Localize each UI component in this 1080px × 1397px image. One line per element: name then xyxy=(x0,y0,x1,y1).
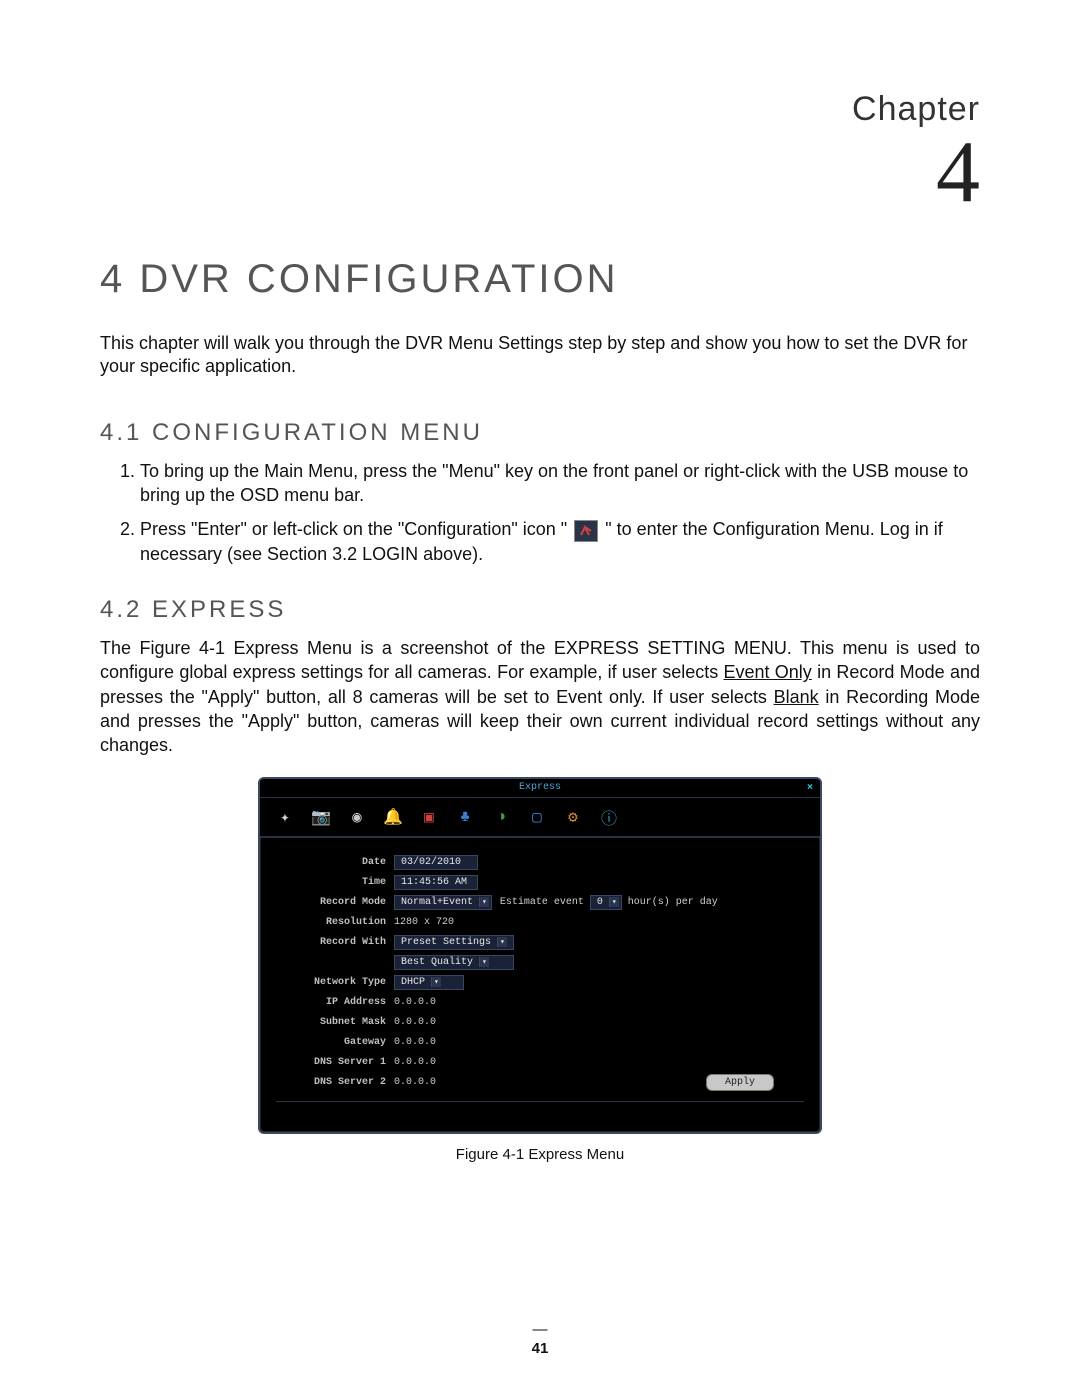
step-2-enter-key: Enter xyxy=(197,519,240,539)
express-icon-toolbar: ✦ 📷 ◉ 🔔 ▣ ♣ ◑ ▢ ⚙ ⓘ xyxy=(260,798,820,838)
label-resolution: Resolution xyxy=(276,917,394,928)
express-title: Express xyxy=(519,782,561,793)
select-record-with-value: Preset Settings xyxy=(401,937,491,948)
step-2-text-b: " or left-click on the "Configuration" i… xyxy=(240,519,567,539)
display-red-icon[interactable]: ▣ xyxy=(418,806,440,828)
label-ip-address: IP Address xyxy=(276,997,394,1008)
row-network-type: Network Type DHCP ▾ xyxy=(276,974,804,990)
express-icon[interactable]: ✦ xyxy=(274,806,296,828)
value-subnet-mask: 0.0.0.0 xyxy=(394,1017,436,1028)
row-date: Date 03/02/2010 xyxy=(276,854,804,870)
para-a: The Figure 4-1 Express Menu is a screens… xyxy=(100,638,554,658)
row-record-with-2: Best Quality ▾ xyxy=(276,954,804,970)
display-icon[interactable]: ▢ xyxy=(526,806,548,828)
info-icon[interactable]: ⓘ xyxy=(598,806,620,828)
label-gateway: Gateway xyxy=(276,1037,394,1048)
chapter-header: Chapter 4 xyxy=(100,90,980,217)
figure-caption: Figure 4-1 Express Menu xyxy=(100,1146,980,1163)
step-1-menu-key: Menu xyxy=(449,461,494,481)
section-heading-4-1: 4.1 CONFIGURATION MENU xyxy=(100,419,980,447)
row-dns2: DNS Server 2 0.0.0.0 Apply xyxy=(276,1074,804,1091)
express-body: Date 03/02/2010 Time 11:45:56 AM Record … xyxy=(260,838,820,1132)
value-gateway: 0.0.0.0 xyxy=(394,1037,436,1048)
estimate-label: Estimate event xyxy=(500,897,584,908)
row-subnet-mask: Subnet Mask 0.0.0.0 xyxy=(276,1014,804,1030)
row-dns1: DNS Server 1 0.0.0.0 xyxy=(276,1054,804,1070)
label-dns2: DNS Server 2 xyxy=(276,1077,394,1088)
page-number: 41 xyxy=(0,1321,1080,1357)
step-2-text-a: Press " xyxy=(140,519,197,539)
input-time[interactable]: 11:45:56 AM xyxy=(394,875,478,890)
close-icon[interactable]: × xyxy=(803,780,817,794)
alarm-icon[interactable]: 🔔 xyxy=(382,806,404,828)
label-record-with: Record With xyxy=(276,937,394,948)
para-blank: Blank xyxy=(774,687,819,707)
para-express-setting: EXPRESS SETTING MENU xyxy=(554,638,787,658)
select-quality[interactable]: Best Quality ▾ xyxy=(394,955,514,970)
label-network-type: Network Type xyxy=(276,977,394,988)
value-dns2: 0.0.0.0 xyxy=(394,1077,436,1088)
value-dns1: 0.0.0.0 xyxy=(394,1057,436,1068)
select-estimate-value: 0 xyxy=(597,897,603,908)
input-date[interactable]: 03/02/2010 xyxy=(394,855,478,870)
document-page: Chapter 4 4 DVR CONFIGURATION This chapt… xyxy=(0,0,1080,1397)
select-quality-value: Best Quality xyxy=(401,957,473,968)
steps-list-4-1: To bring up the Main Menu, press the "Me… xyxy=(100,459,980,566)
select-network-type-value: DHCP xyxy=(401,977,425,988)
label-dns1: DNS Server 1 xyxy=(276,1057,394,1068)
chevron-down-icon: ▾ xyxy=(479,957,489,967)
select-record-mode-value: Normal+Event xyxy=(401,897,473,908)
configuration-icon xyxy=(574,520,598,542)
label-subnet-mask: Subnet Mask xyxy=(276,1017,394,1028)
label-record-mode: Record Mode xyxy=(276,897,394,908)
section-heading-4-2: 4.2 EXPRESS xyxy=(100,596,980,624)
record-icon[interactable]: ◉ xyxy=(346,806,368,828)
chevron-down-icon: ▾ xyxy=(431,977,441,987)
camera-icon[interactable]: 📷 xyxy=(310,806,332,828)
select-record-mode[interactable]: Normal+Event ▾ xyxy=(394,895,492,910)
schedule-icon[interactable]: ◑ xyxy=(490,806,512,828)
network-icon[interactable]: ♣ xyxy=(454,806,476,828)
row-record-with: Record With Preset Settings ▾ xyxy=(276,934,804,950)
row-record-mode: Record Mode Normal+Event ▾ Estimate even… xyxy=(276,894,804,910)
row-resolution: Resolution 1280 x 720 xyxy=(276,914,804,930)
select-record-with[interactable]: Preset Settings ▾ xyxy=(394,935,514,950)
hours-per-day-label: hour(s) per day xyxy=(628,897,718,908)
express-footer-divider xyxy=(276,1101,804,1116)
chapter-label: Chapter xyxy=(100,90,980,129)
chevron-down-icon: ▾ xyxy=(609,897,619,907)
section-4-2-paragraph: The Figure 4-1 Express Menu is a screens… xyxy=(100,636,980,757)
label-date: Date xyxy=(276,857,394,868)
system-icon[interactable]: ⚙ xyxy=(562,806,584,828)
step-2: Press "Enter" or left-click on the "Conf… xyxy=(140,517,980,566)
select-estimate-hours[interactable]: 0 ▾ xyxy=(590,895,622,910)
label-time: Time xyxy=(276,877,394,888)
intro-paragraph: This chapter will walk you through the D… xyxy=(100,332,980,379)
value-ip-address: 0.0.0.0 xyxy=(394,997,436,1008)
select-network-type[interactable]: DHCP ▾ xyxy=(394,975,464,990)
step-1: To bring up the Main Menu, press the "Me… xyxy=(140,459,980,508)
row-gateway: Gateway 0.0.0.0 xyxy=(276,1034,804,1050)
para-event-only: Event Only xyxy=(724,662,812,682)
chapter-number: 4 xyxy=(100,129,980,217)
page-title: 4 DVR CONFIGURATION xyxy=(100,257,980,302)
chevron-down-icon: ▾ xyxy=(497,937,507,947)
row-time: Time 11:45:56 AM xyxy=(276,874,804,890)
apply-button[interactable]: Apply xyxy=(706,1074,774,1091)
chevron-down-icon: ▾ xyxy=(479,897,489,907)
express-titlebar: Express × xyxy=(260,779,820,798)
value-resolution: 1280 x 720 xyxy=(394,917,454,928)
step-1-text-a: To bring up the Main Menu, press the " xyxy=(140,461,449,481)
row-ip-address: IP Address 0.0.0.0 xyxy=(276,994,804,1010)
express-menu-screenshot: Express × ✦ 📷 ◉ 🔔 ▣ ♣ ◑ ▢ ⚙ ⓘ Date 03/02/2010 Tim… xyxy=(258,777,822,1134)
